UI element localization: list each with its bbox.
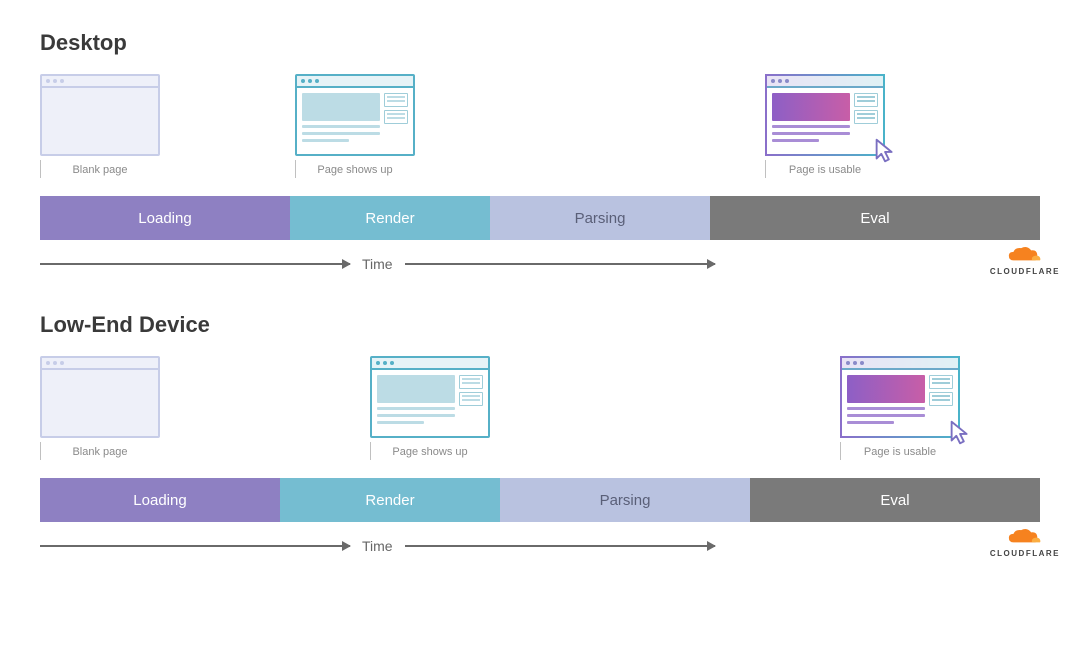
phase-loading: Loading bbox=[40, 196, 290, 240]
text-line bbox=[847, 414, 925, 417]
text-line bbox=[772, 139, 819, 142]
text-line bbox=[377, 407, 455, 410]
browser-titlebar bbox=[767, 76, 883, 88]
browser-window-render: Page shows up bbox=[370, 356, 490, 458]
side-widget bbox=[459, 392, 483, 406]
hero-block bbox=[377, 375, 455, 403]
side-widget bbox=[854, 110, 878, 124]
text-line bbox=[377, 414, 455, 417]
browser-body bbox=[842, 370, 958, 436]
phase-eval: Eval bbox=[710, 196, 1040, 240]
browser-titlebar bbox=[42, 358, 158, 370]
text-line bbox=[302, 125, 380, 128]
brand-text: CLOUDFLARE bbox=[990, 549, 1060, 558]
cloudflare-logo-icon bbox=[1005, 527, 1045, 547]
browser-caption: Blank page bbox=[40, 446, 160, 458]
browser-titlebar bbox=[297, 76, 413, 88]
diagram-section: Low-End Device Blank page bbox=[40, 312, 1040, 554]
browser-body bbox=[372, 370, 488, 436]
browser-body bbox=[42, 370, 158, 436]
browser-body bbox=[42, 88, 158, 154]
browser-titlebar bbox=[842, 358, 958, 370]
browser-window-blank: Blank page bbox=[40, 356, 160, 458]
browser-row: Blank page Page shows up bbox=[40, 74, 1040, 194]
browser-caption: Blank page bbox=[40, 164, 160, 176]
diagram-section: Desktop Blank page bbox=[40, 30, 1040, 272]
section-title: Desktop bbox=[40, 30, 1040, 56]
brand-text: CLOUDFLARE bbox=[990, 267, 1060, 276]
hero-block bbox=[302, 93, 380, 121]
browser-caption: Page is usable bbox=[840, 446, 960, 458]
browser-row: Blank page Page shows up bbox=[40, 356, 1040, 476]
browser-body bbox=[297, 88, 413, 154]
browser-frame bbox=[295, 74, 415, 156]
timeline-bar: LoadingRenderParsingEval bbox=[40, 196, 1040, 240]
text-line bbox=[772, 125, 850, 128]
text-line bbox=[772, 132, 850, 135]
text-line bbox=[847, 421, 894, 424]
axis-label: Time bbox=[362, 538, 393, 554]
hero-block bbox=[772, 93, 850, 121]
phase-loading: Loading bbox=[40, 478, 280, 522]
browser-caption: Page is usable bbox=[765, 164, 885, 176]
cursor-icon bbox=[871, 136, 901, 166]
phase-render: Render bbox=[280, 478, 500, 522]
side-widget bbox=[384, 110, 408, 124]
section-title: Low-End Device bbox=[40, 312, 1040, 338]
phase-parsing: Parsing bbox=[490, 196, 710, 240]
browser-titlebar bbox=[42, 76, 158, 88]
phase-render: Render bbox=[290, 196, 490, 240]
browser-window-usable: Page is usable bbox=[765, 74, 885, 176]
text-line bbox=[302, 132, 380, 135]
browser-frame bbox=[40, 74, 160, 156]
browser-caption: Page shows up bbox=[295, 164, 415, 176]
browser-frame bbox=[370, 356, 490, 438]
browser-window-render: Page shows up bbox=[295, 74, 415, 176]
phase-parsing: Parsing bbox=[500, 478, 750, 522]
brand-logo: CLOUDFLARE bbox=[990, 527, 1060, 558]
text-line bbox=[847, 407, 925, 410]
axis-label: Time bbox=[362, 256, 393, 272]
text-line bbox=[377, 421, 424, 424]
browser-frame bbox=[840, 356, 960, 438]
text-line bbox=[302, 139, 349, 142]
time-axis: Time bbox=[40, 538, 1040, 554]
cloudflare-logo-icon bbox=[1005, 245, 1045, 265]
side-widget bbox=[854, 93, 878, 107]
cursor-icon bbox=[946, 418, 976, 448]
hero-block bbox=[847, 375, 925, 403]
phase-eval: Eval bbox=[750, 478, 1040, 522]
side-widget bbox=[459, 375, 483, 389]
side-widget bbox=[384, 93, 408, 107]
browser-frame bbox=[40, 356, 160, 438]
browser-frame bbox=[765, 74, 885, 156]
browser-caption: Page shows up bbox=[370, 446, 490, 458]
browser-titlebar bbox=[372, 358, 488, 370]
browser-body bbox=[767, 88, 883, 154]
browser-window-blank: Blank page bbox=[40, 74, 160, 176]
side-widget bbox=[929, 392, 953, 406]
time-axis: Time bbox=[40, 256, 1040, 272]
side-widget bbox=[929, 375, 953, 389]
browser-window-usable: Page is usable bbox=[840, 356, 960, 458]
timeline-bar: LoadingRenderParsingEval bbox=[40, 478, 1040, 522]
brand-logo: CLOUDFLARE bbox=[990, 245, 1060, 276]
